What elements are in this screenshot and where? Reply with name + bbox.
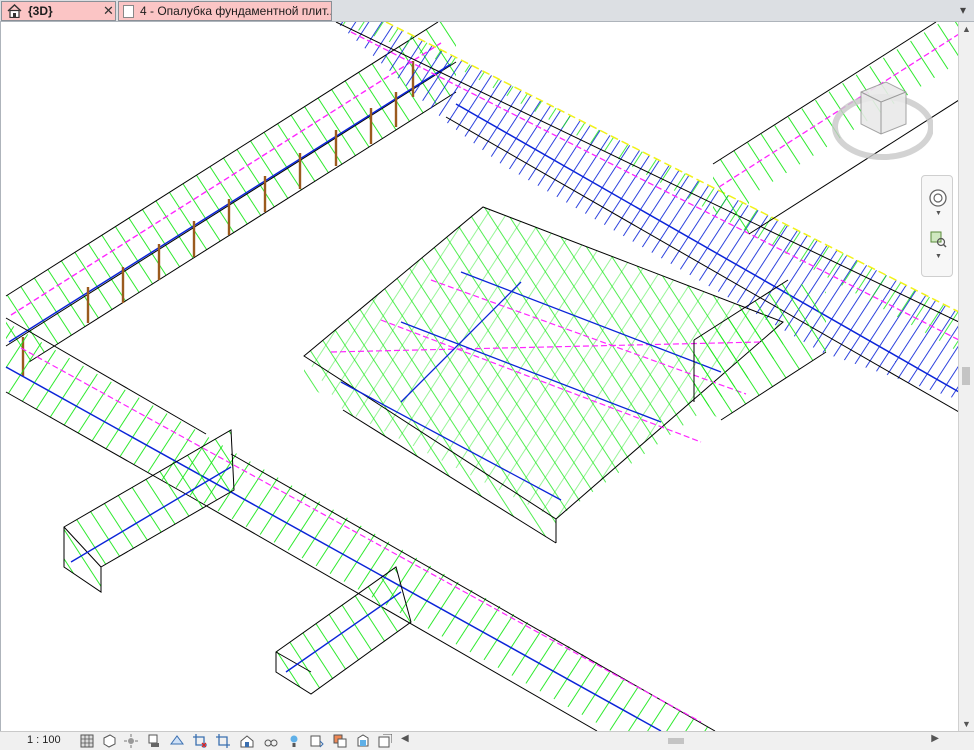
- horizontal-scrollbar[interactable]: ◀ ▶: [398, 733, 942, 749]
- zoom-dropdown-icon[interactable]: ▼: [935, 253, 942, 260]
- visual-style-icon[interactable]: [102, 734, 116, 748]
- sun-path-icon[interactable]: [124, 734, 138, 748]
- scroll-up-icon[interactable]: ▲: [962, 24, 971, 34]
- reveal-hidden-icon[interactable]: [287, 734, 301, 748]
- hide-crop-icon[interactable]: [216, 734, 230, 748]
- steering-wheel-icon[interactable]: [928, 188, 948, 208]
- tab-list-dropdown-icon[interactable]: ▾: [960, 3, 966, 17]
- sheet-icon: [123, 5, 134, 18]
- 3d-viewport[interactable]: ▼ ▼: [0, 22, 958, 731]
- view-control-bar: 1 : 100 ◀ ▶: [0, 731, 974, 750]
- tab-3d-label: {3D}: [28, 4, 53, 18]
- tab-3d-view[interactable]: {3D} ✕: [1, 1, 116, 21]
- shadows-icon[interactable]: [146, 734, 160, 748]
- vertical-scroll-thumb[interactable]: [962, 367, 970, 385]
- beam-bottom-short: [275, 566, 412, 695]
- temporary-hide-icon[interactable]: [264, 734, 278, 748]
- vertical-scrollbar[interactable]: ▲ ▼: [958, 22, 974, 731]
- view-tab-bar: {3D} ✕ 4 - Опалубка фундаментной плит...…: [0, 0, 974, 22]
- tab-sheet-label: 4 - Опалубка фундаментной плит...: [140, 4, 332, 18]
- render-icon[interactable]: [170, 734, 184, 748]
- highlight-displacement-icon[interactable]: [333, 734, 347, 748]
- home-icon: [7, 4, 22, 18]
- navigation-bar: ▼ ▼: [921, 175, 953, 277]
- tab-sheet-view[interactable]: 4 - Опалубка фундаментной плит...: [118, 1, 332, 21]
- temporary-view-properties-icon[interactable]: [356, 734, 370, 748]
- analytical-icon[interactable]: [310, 734, 324, 748]
- zoom-region-icon[interactable]: [929, 230, 947, 248]
- scroll-right-icon[interactable]: ▶: [931, 733, 939, 744]
- unlock-view-icon[interactable]: [240, 734, 254, 748]
- detail-level-icon[interactable]: [80, 734, 94, 748]
- scroll-left-icon[interactable]: ◀: [401, 733, 409, 744]
- viewcube-icon[interactable]: [831, 72, 933, 164]
- crop-icon[interactable]: [193, 734, 207, 748]
- steering-wheel-dropdown-icon[interactable]: ▼: [935, 210, 942, 217]
- worksharing-icon[interactable]: [378, 734, 392, 748]
- scroll-down-icon[interactable]: ▼: [962, 719, 971, 729]
- view-scale[interactable]: 1 : 100: [27, 734, 61, 746]
- close-tab-icon[interactable]: ✕: [103, 2, 114, 20]
- horizontal-scroll-thumb[interactable]: [668, 738, 684, 744]
- rebar-3d-model: [5, 22, 958, 731]
